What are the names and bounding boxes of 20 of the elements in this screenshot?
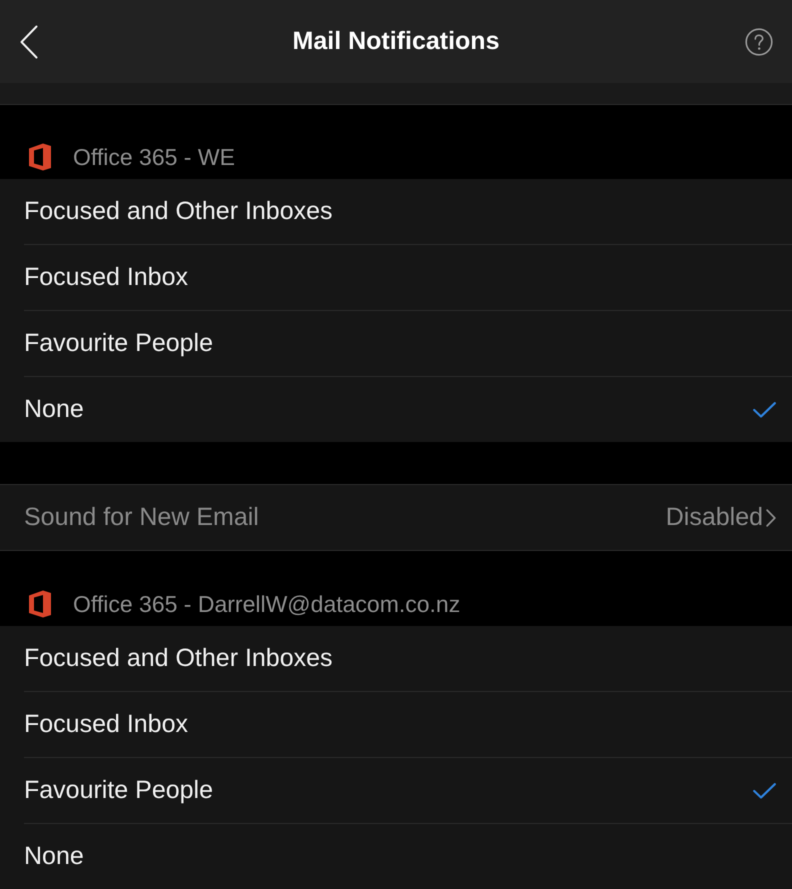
back-chevron-icon [20, 24, 38, 58]
notification-option[interactable]: Favourite People [24, 757, 792, 823]
notification-option[interactable]: Focused and Other Inboxes [24, 179, 792, 244]
notification-option[interactable]: Favourite People [24, 310, 792, 376]
office-logo-icon [28, 143, 52, 171]
account-title: Office 365 - WE [73, 143, 235, 171]
office-logo-icon [28, 590, 52, 618]
help-icon [745, 28, 773, 56]
setting-label: Sound for New Email [24, 503, 259, 532]
back-button[interactable] [20, 24, 38, 58]
help-button[interactable] [745, 28, 773, 56]
notification-option[interactable]: Focused Inbox [24, 244, 792, 310]
notification-option[interactable]: None [24, 823, 792, 889]
setting-value: Disabled [666, 503, 763, 532]
notification-option[interactable]: Focused and Other Inboxes [24, 626, 792, 691]
notification-option[interactable]: None [24, 376, 792, 442]
account-title: Office 365 - DarrellW@datacom.co.nz [73, 590, 460, 618]
chevron-right-icon [766, 508, 776, 526]
notification-option[interactable]: Focused Inbox [24, 691, 792, 757]
page-title: Mail Notifications [292, 27, 500, 56]
